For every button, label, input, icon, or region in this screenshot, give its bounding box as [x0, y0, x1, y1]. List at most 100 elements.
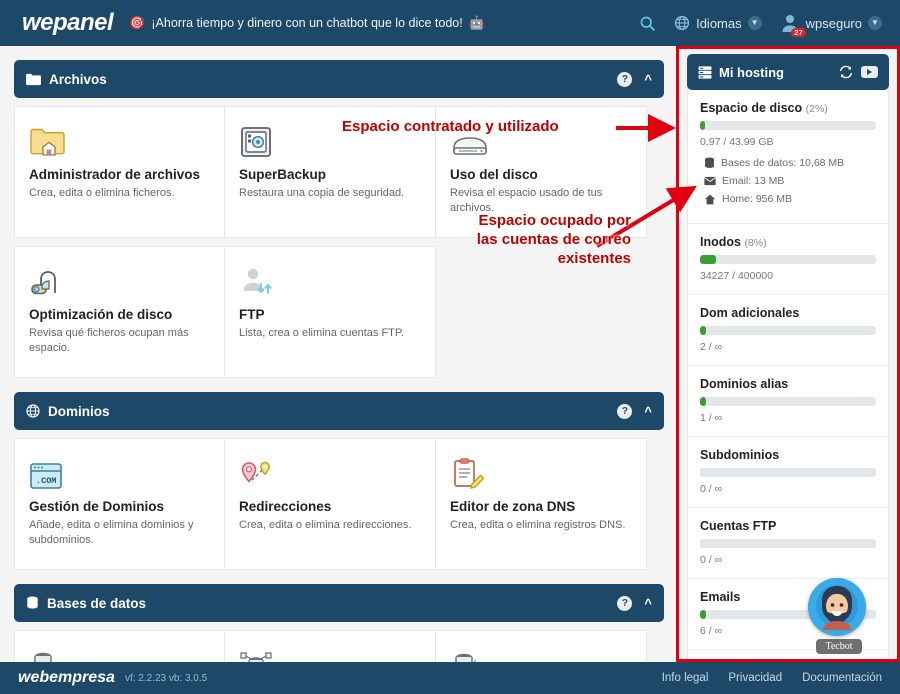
- progress-fill: [700, 610, 707, 619]
- hosting-sidebar: Mi hosting Espacio de disco (2%) 0.97 / …: [679, 48, 897, 660]
- card-title: SuperBackup: [239, 167, 327, 182]
- resource-name: Emails: [700, 590, 741, 604]
- user-menu[interactable]: 27 wpseguro ▼: [780, 13, 882, 37]
- chevron-up-icon[interactable]: ^: [644, 596, 652, 611]
- chevron-down-icon[interactable]: ▼: [747, 16, 762, 30]
- resource-name-row: Cuentas FTP: [700, 519, 876, 533]
- card-row: Optimización de disco Revisa qué fichero…: [14, 246, 664, 378]
- panel-header-actions: ? ^: [617, 71, 652, 87]
- resource-name-row: Inodos (8%): [700, 235, 876, 249]
- sidebar-header: Mi hosting: [687, 54, 889, 90]
- resource-percent: (8%): [744, 237, 767, 249]
- database-icon: [705, 157, 714, 168]
- progress-fill: [700, 121, 706, 130]
- card-title: Gestión de Dominios: [29, 499, 165, 514]
- resource-name: Espacio de disco: [700, 101, 803, 115]
- breakdown-label: Home: 956 MB: [722, 193, 793, 205]
- chevron-up-icon[interactable]: ^: [644, 404, 652, 419]
- notification-badge: 27: [791, 27, 806, 37]
- card-redirecciones[interactable]: Redirecciones Crea, edita o elimina redi…: [225, 438, 436, 570]
- browser-com-icon: .COM: [29, 453, 210, 491]
- resource-values: 2 / ∞: [700, 341, 723, 353]
- footer-link-privacidad[interactable]: Privacidad: [728, 672, 782, 684]
- chevron-up-icon[interactable]: ^: [644, 72, 652, 87]
- language-selector[interactable]: Idiomas ▼: [674, 15, 762, 31]
- search-button[interactable]: [639, 15, 656, 32]
- chevron-down-icon[interactable]: ▼: [868, 16, 882, 30]
- card-superbackup[interactable]: SuperBackup Restaura una copia de seguri…: [225, 106, 436, 238]
- card-editor-de-zona-dns[interactable]: Editor de zona DNS Crea, edita o elimina…: [436, 438, 647, 570]
- sidebar-body: Espacio de disco (2%) 0.97 / 43.99 GB Ba…: [687, 90, 889, 660]
- resource-values: 1 / ∞: [700, 412, 723, 424]
- card-gestion-de-bases-de-datos[interactable]: Gestión de bases de datos: [225, 630, 436, 662]
- card-description: Revisa qué ficheros ocupan más espacio.: [29, 327, 189, 354]
- progress-bar: [700, 326, 876, 335]
- panel-archivos: Archivos ? ^ Administrador de archivos C…: [14, 60, 664, 378]
- resource-subdominios: Subdominios 0 / ∞: [688, 437, 888, 508]
- database-icon: [26, 596, 39, 610]
- resource-name: Dominios alias: [700, 377, 789, 391]
- card-optimizacion-de-disco[interactable]: Optimización de disco Revisa qué fichero…: [14, 246, 225, 378]
- card-uso-del-disco[interactable]: Uso del disco Revisa el espacio usado de…: [436, 106, 647, 238]
- user-label: wpseguro: [805, 15, 862, 31]
- globe-icon: [26, 404, 40, 418]
- progress-bar: [700, 121, 876, 130]
- resource-name: Dom adicionales: [700, 306, 800, 320]
- database-search-icon: [29, 645, 210, 662]
- panel-title: Archivos: [49, 71, 107, 87]
- card-row: Administrador de archivos Crea, edita o …: [14, 106, 664, 238]
- progress-fill: [700, 255, 716, 264]
- card-title: Uso del disco: [450, 167, 538, 182]
- tecbot-widget[interactable]: Tecbot: [808, 578, 870, 654]
- help-icon[interactable]: ?: [617, 403, 633, 419]
- help-icon[interactable]: ?: [617, 595, 633, 611]
- card-description: Crea, edita o elimina ficheros.: [29, 187, 175, 199]
- wepanel-logo[interactable]: wepanel: [22, 9, 114, 37]
- card-title: Administrador de archivos: [29, 167, 201, 182]
- card-mysql-remoto[interactable]: MySQL Remoto: [436, 630, 647, 662]
- panel-header-actions: ? ^: [617, 595, 652, 611]
- play-video-icon[interactable]: [861, 66, 878, 78]
- progress-bar: [700, 539, 876, 548]
- progress-bar: [700, 468, 876, 477]
- progress-bar: [700, 255, 876, 264]
- card-gestion-de-dominios[interactable]: .COM Gestión de Dominios Añade, edita o …: [14, 438, 225, 570]
- card-phpmyadmin[interactable]: phpMyAdmin: [14, 630, 225, 662]
- footer-link-documentacion[interactable]: Documentación: [802, 672, 882, 684]
- ftp-user-icon: [239, 261, 421, 299]
- card-administrador-de-archivos[interactable]: Administrador de archivos Crea, edita o …: [14, 106, 225, 238]
- panel-header-dominios[interactable]: Dominios ? ^: [14, 392, 664, 430]
- resource-values: 34227 / 400000: [700, 270, 773, 282]
- breakdown-bases-de-datos: Bases de datos: 10,68 MB: [700, 157, 876, 169]
- footer-bar: webempresa vf: 2.2.23 vb: 3.0.5 Info leg…: [0, 662, 900, 694]
- help-icon[interactable]: ?: [617, 71, 633, 87]
- globe-icon: [675, 15, 690, 31]
- sidebar-title: Mi hosting: [719, 64, 784, 80]
- refresh-icon[interactable]: [839, 65, 853, 79]
- card-ftp[interactable]: FTP Lista, crea o elimina cuentas FTP.: [225, 246, 436, 378]
- sidebar-header-actions: [839, 65, 878, 79]
- panel-header-bases-de-datos[interactable]: Bases de datos ? ^: [14, 584, 664, 622]
- webempresa-logo[interactable]: webempresa: [18, 669, 115, 687]
- safe-box-icon: [239, 121, 421, 159]
- vacuum-icon: [29, 261, 210, 299]
- panel-header-actions: ? ^: [617, 403, 652, 419]
- resource-name-row: Dom adicionales: [700, 306, 876, 320]
- card-description: Restaura una copia de seguridad.: [239, 187, 405, 199]
- promo-banner[interactable]: 🎯 ¡Ahorra tiempo y dinero con un chatbot…: [129, 15, 485, 31]
- resource-values: 0.97 / 43.99 GB: [700, 136, 774, 148]
- tecbot-label: Tecbot: [816, 639, 862, 654]
- home-icon: [704, 194, 716, 204]
- folder-icon: [26, 73, 41, 86]
- navbar-actions: Idiomas ▼ 27 wpseguro ▼: [639, 13, 882, 37]
- robot-emoji-icon: 🤖: [468, 15, 485, 30]
- resource-percent: (2%): [805, 103, 828, 115]
- card-row: phpMyAdmin: [14, 630, 664, 662]
- top-navbar: wepanel 🎯 ¡Ahorra tiempo y dinero con un…: [0, 0, 900, 46]
- footer-link-info-legal[interactable]: Info legal: [662, 672, 709, 684]
- resource-name-row: Dominios alias: [700, 377, 876, 391]
- panel-header-archivos[interactable]: Archivos ? ^: [14, 60, 664, 98]
- target-emoji-icon: 🎯: [129, 15, 146, 30]
- card-description: Crea, edita o elimina redirecciones.: [239, 519, 412, 531]
- progress-fill: [700, 397, 707, 406]
